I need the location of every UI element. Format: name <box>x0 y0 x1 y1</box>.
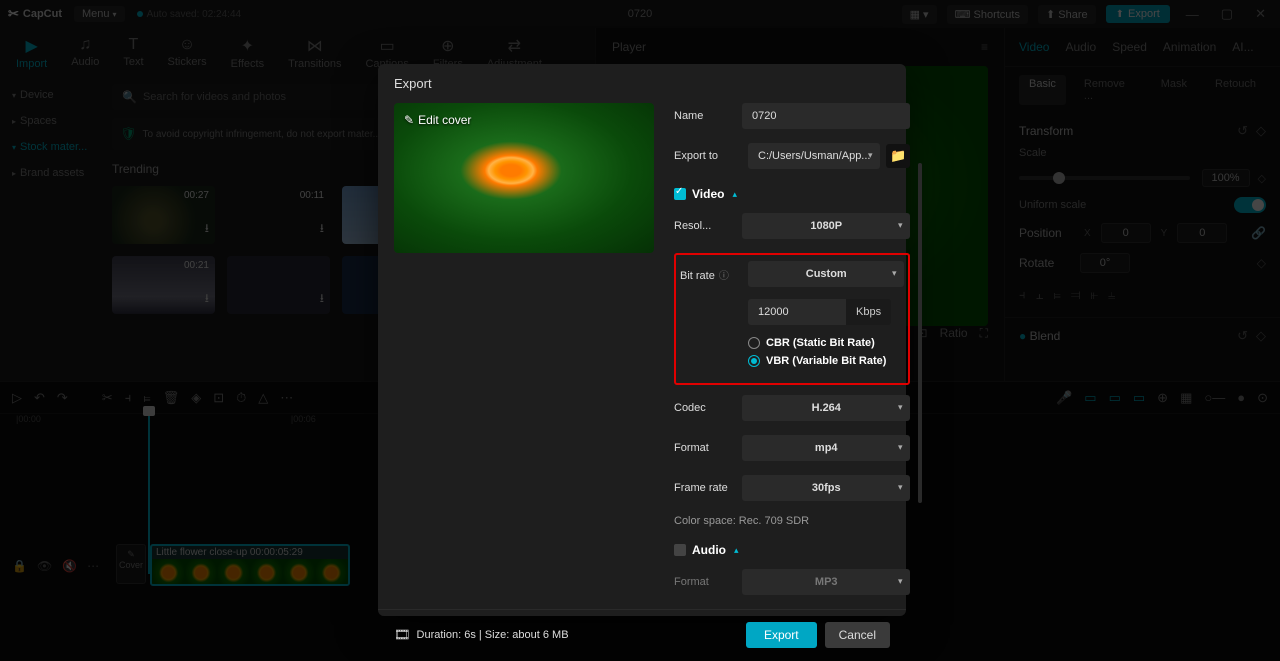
format-label: Format <box>674 442 742 454</box>
name-label: Name <box>674 110 742 122</box>
export-name-input[interactable] <box>742 103 910 129</box>
pencil-icon: ✎ <box>404 113 414 127</box>
cbr-radio[interactable]: CBR (Static Bit Rate) <box>748 337 904 349</box>
resolution-label: Resol... <box>674 220 742 232</box>
scrollbar[interactable] <box>918 163 922 503</box>
export-modal: Export ✎Edit cover Name Export to C:/Use… <box>378 64 906 616</box>
vbr-radio[interactable]: VBR (Variable Bit Rate) <box>748 355 904 367</box>
video-section-header[interactable]: Video <box>674 187 910 201</box>
codec-label: Codec <box>674 402 742 414</box>
framerate-select[interactable]: 30fps <box>742 475 910 501</box>
format-select[interactable]: mp4 <box>742 435 910 461</box>
bitrate-label: Bit rateⓘ <box>680 267 748 282</box>
export-cancel-button[interactable]: Cancel <box>825 622 890 648</box>
framerate-label: Frame rate <box>674 482 742 494</box>
audio-section-header[interactable]: Audio <box>674 543 910 557</box>
video-checkbox[interactable] <box>674 188 686 200</box>
folder-icon[interactable]: 📁 <box>886 144 910 168</box>
kbps-unit: Kbps <box>846 299 891 325</box>
bitrate-kbps-input[interactable] <box>748 299 846 325</box>
audio-format-label: Format <box>674 576 742 588</box>
audio-format-select: MP3 <box>742 569 910 595</box>
codec-select[interactable]: H.264 <box>742 395 910 421</box>
info-icon[interactable]: ⓘ <box>719 271 729 282</box>
exportto-label: Export to <box>674 150 742 162</box>
bitrate-highlight-box: Bit rateⓘ Custom Kbps CBR (Static Bit Ra… <box>674 253 910 385</box>
resolution-select[interactable]: 1080P <box>742 213 910 239</box>
edit-cover-button[interactable]: ✎Edit cover <box>404 113 471 127</box>
export-duration-info: Duration: 6s | Size: about 6 MB <box>394 627 569 643</box>
export-confirm-button[interactable]: Export <box>746 622 817 648</box>
audio-checkbox[interactable] <box>674 544 686 556</box>
export-cover-preview[interactable]: ✎Edit cover <box>394 103 654 253</box>
colorspace-label: Color space: Rec. 709 SDR <box>674 515 910 527</box>
export-path-select[interactable]: C:/Users/Usman/App... <box>748 143 880 169</box>
bitrate-select[interactable]: Custom <box>748 261 904 287</box>
export-title: Export <box>378 64 906 103</box>
